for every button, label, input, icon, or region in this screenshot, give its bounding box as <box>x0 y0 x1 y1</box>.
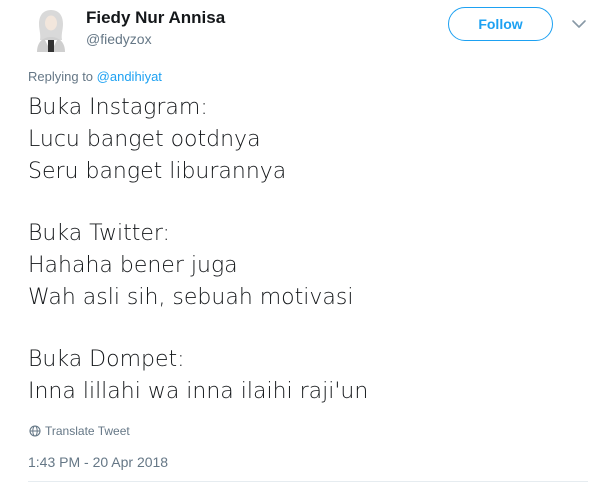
author-handle[interactable]: @fiedyzox <box>86 31 152 47</box>
translate-tweet-link[interactable]: Translate Tweet <box>29 424 130 438</box>
tweet-text: Buka Instagram: Lucu banget ootdnya Seru… <box>28 92 588 408</box>
replying-to: Replying to @andihiyat <box>28 69 162 84</box>
tweet-line: Wah asli sih, sebuah motivasi <box>28 285 354 310</box>
globe-icon <box>29 425 41 437</box>
author-name[interactable]: Fiedy Nur Annisa <box>86 8 225 28</box>
avatar[interactable] <box>31 4 71 52</box>
tweet-line: Buka Twitter: <box>28 221 170 246</box>
follow-button[interactable]: Follow <box>448 7 553 41</box>
chevron-down-icon <box>572 20 586 28</box>
tweet-line: Inna lillahi wa inna ilaihi raji'un <box>28 379 369 404</box>
replying-to-label: Replying to <box>28 69 94 84</box>
tweet-line: Buka Instagram: <box>28 95 208 120</box>
tweet-timestamp[interactable]: 1:43 PM - 20 Apr 2018 <box>28 454 168 470</box>
tweet-line: Seru banget liburannya <box>28 159 287 184</box>
tweet-line: Hahaha bener juga <box>28 253 238 278</box>
user-avatar-icon <box>31 4 71 52</box>
translate-tweet-label: Translate Tweet <box>45 424 130 438</box>
tweet-line: Buka Dompet: <box>28 347 185 372</box>
more-options-button[interactable] <box>570 15 588 33</box>
tweet-line: Lucu banget ootdnya <box>28 127 261 152</box>
reply-mention-link[interactable]: @andihiyat <box>97 69 162 84</box>
divider <box>28 481 588 482</box>
